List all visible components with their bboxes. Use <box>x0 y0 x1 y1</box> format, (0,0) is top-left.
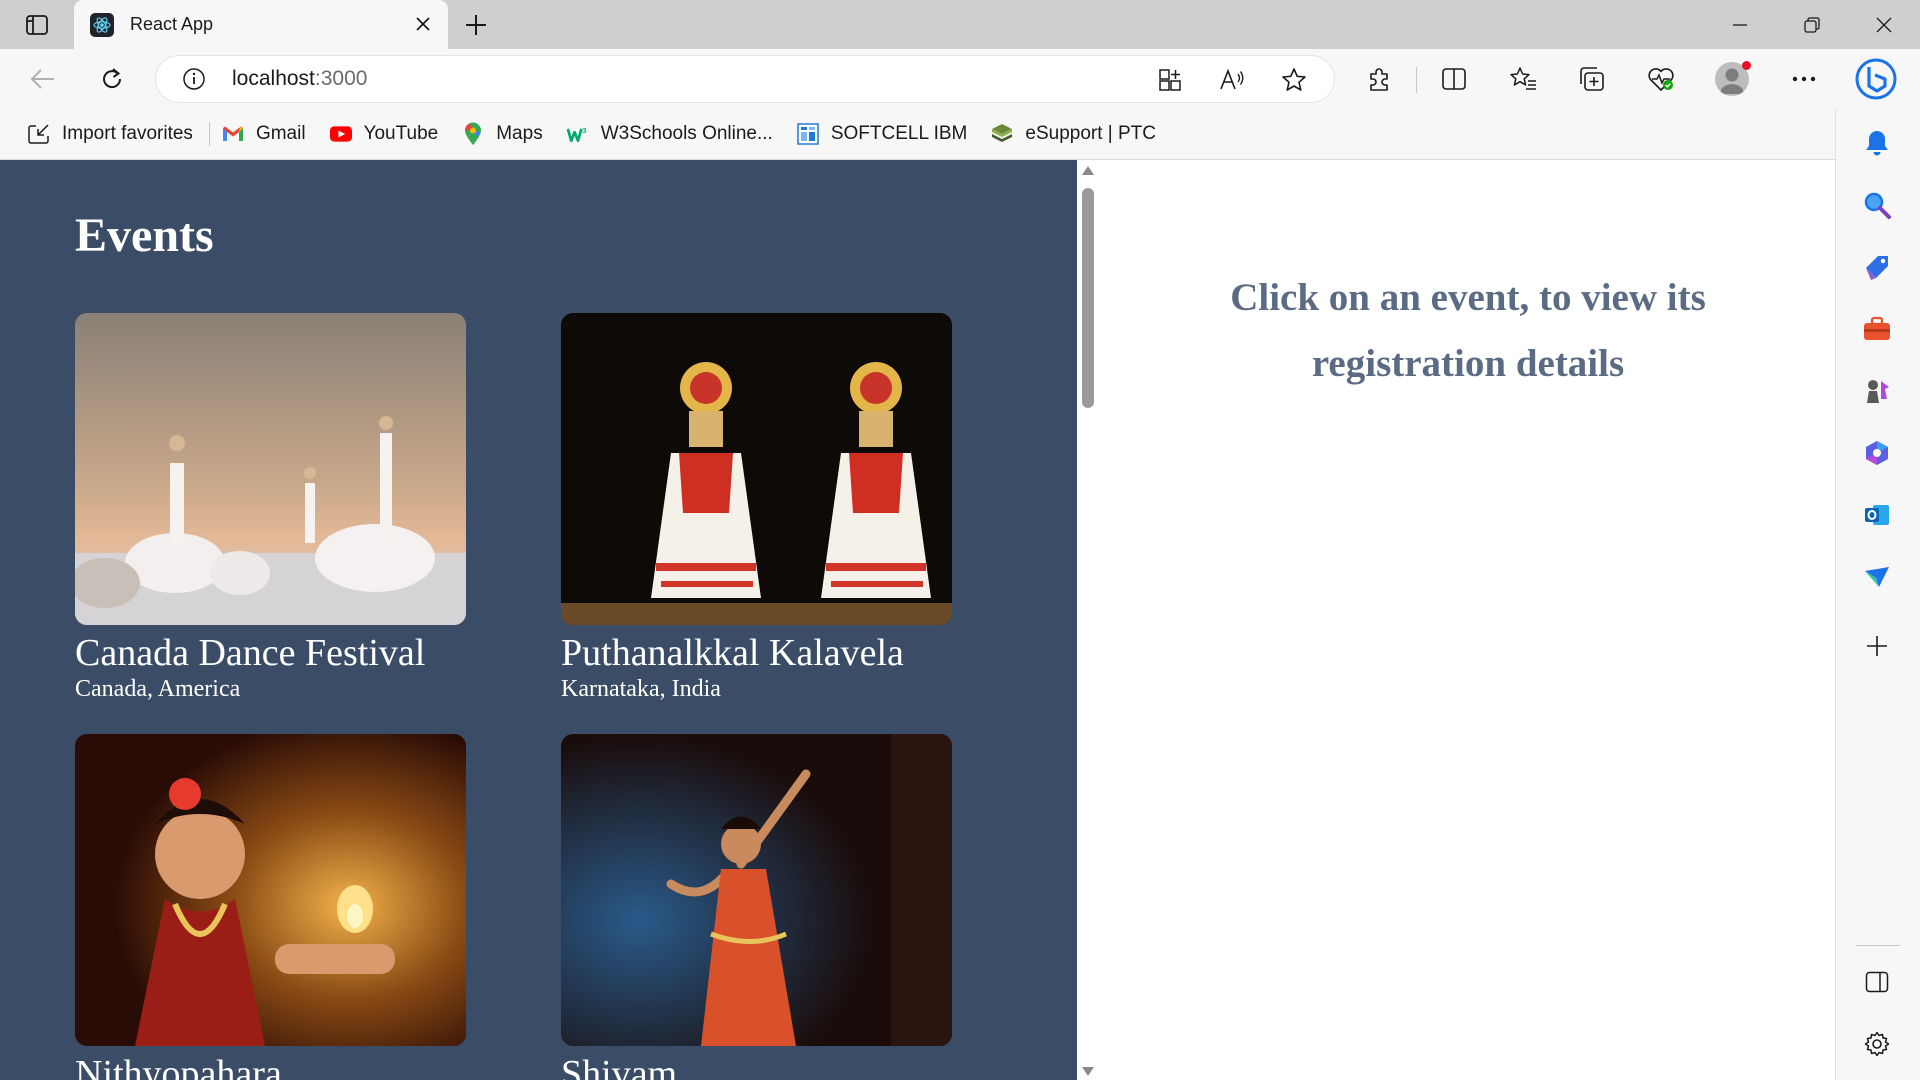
favorite-star-icon[interactable] <box>1280 66 1308 94</box>
favorite-label: Maps <box>496 123 543 144</box>
details-placeholder-message: Click on an event, to view its registrat… <box>1230 276 1706 385</box>
scroll-up-arrow-icon[interactable] <box>1082 166 1094 175</box>
favorite-label: Gmail <box>255 123 306 144</box>
scroll-down-arrow-icon[interactable] <box>1082 1067 1094 1076</box>
favorites-bar: Import favorites Gmail YouTube Maps 3 W3… <box>0 109 1835 160</box>
add-sidebar-app-icon[interactable] <box>1859 628 1895 664</box>
events-scrollbar[interactable] <box>1077 160 1099 1080</box>
browser-toolbar: localhost:3000 <box>0 49 1920 109</box>
hide-sidebar-icon[interactable] <box>1859 964 1895 1000</box>
event-image[interactable] <box>561 734 952 1046</box>
collections-icon[interactable] <box>1576 63 1608 95</box>
favorite-gmail[interactable]: Gmail <box>214 116 314 152</box>
event-name: Nithyopahara <box>75 1053 282 1080</box>
favorite-label: Import favorites <box>62 123 193 144</box>
favorite-w3schools[interactable]: 3 W3Schools Online... <box>559 116 781 152</box>
url-port: :3000 <box>314 67 368 90</box>
microsoft-365-icon[interactable] <box>1859 435 1895 471</box>
events-heading: Events <box>75 209 214 262</box>
toolbar-divider <box>1416 67 1417 93</box>
youtube-icon <box>329 123 352 145</box>
tab-title: React App <box>130 14 214 34</box>
favorite-import[interactable]: Import favorites <box>20 116 201 152</box>
more-options-icon[interactable] <box>1788 63 1820 95</box>
favorite-label: eSupport | PTC <box>1025 123 1156 144</box>
event-image[interactable] <box>561 313 952 625</box>
favorite-label: W3Schools Online... <box>600 123 773 144</box>
url-host: localhost <box>232 67 315 90</box>
gmail-icon <box>222 123 244 145</box>
refresh-icon[interactable] <box>96 63 128 95</box>
import-icon <box>28 123 50 145</box>
outlook-icon[interactable] <box>1859 497 1895 533</box>
react-logo-icon <box>90 12 114 37</box>
favorite-label: YouTube <box>363 123 439 144</box>
split-screen-icon[interactable] <box>1438 63 1470 95</box>
browser-essentials-icon[interactable] <box>1645 63 1677 95</box>
address-bar[interactable]: localhost:3000 <box>156 56 1334 102</box>
site-info-icon[interactable] <box>182 67 206 91</box>
games-chess-icon[interactable] <box>1859 373 1895 409</box>
url-text[interactable]: localhost:3000 <box>232 67 367 91</box>
settings-gear-icon[interactable] <box>1859 1026 1895 1062</box>
event-card[interactable]: Nithyopahara <box>75 734 467 1080</box>
event-name: Canada Dance Festival <box>75 632 426 674</box>
close-window-icon[interactable] <box>1869 10 1899 40</box>
copilot-icon[interactable] <box>1852 55 1900 103</box>
event-card[interactable]: Canada Dance Festival Canada, America <box>75 313 467 703</box>
favorite-youtube[interactable]: YouTube <box>322 116 447 152</box>
registration-details-panel: Click on an event, to view its registrat… <box>1099 160 1835 1080</box>
events-panel: Events Canada Dance Festival Canada, Ame… <box>0 160 1077 1080</box>
favorites-divider <box>208 122 210 146</box>
notification-bell-icon[interactable] <box>1859 125 1895 161</box>
send-drop-icon[interactable] <box>1859 559 1895 595</box>
w3schools-icon: 3 <box>566 123 589 145</box>
back-arrow-icon[interactable] <box>27 63 59 95</box>
event-name: Shivam <box>561 1053 678 1080</box>
notification-dot <box>1742 61 1751 70</box>
ptc-icon <box>991 123 1013 145</box>
scrollbar-thumb[interactable] <box>1082 188 1094 408</box>
event-image[interactable] <box>75 734 466 1046</box>
title-bar: React App <box>0 0 1920 49</box>
page-viewport: Events Canada Dance Festival Canada, Ame… <box>0 160 1835 1080</box>
favorite-softcell[interactable]: SOFTCELL IBM <box>789 116 976 152</box>
close-tab-icon[interactable] <box>412 13 434 35</box>
new-tab-icon[interactable] <box>461 12 491 38</box>
favorite-label: SOFTCELL IBM <box>830 123 968 144</box>
softcell-icon <box>797 123 819 145</box>
browser-tab[interactable]: React App <box>74 0 448 49</box>
search-icon[interactable] <box>1859 187 1895 223</box>
shopping-tag-icon[interactable] <box>1859 249 1895 285</box>
event-location: Canada, America <box>75 676 241 702</box>
tab-actions-icon[interactable] <box>22 12 52 38</box>
event-card[interactable]: Shivam <box>561 734 953 1080</box>
svg-text:3: 3 <box>582 126 586 135</box>
maps-icon <box>462 122 484 145</box>
favorites-list-icon[interactable] <box>1507 63 1539 95</box>
event-name: Puthanalkkal Kalavela <box>561 632 904 674</box>
tools-briefcase-icon[interactable] <box>1859 311 1895 347</box>
favorite-ptc[interactable]: eSupport | PTC <box>983 116 1164 152</box>
sidebar-divider <box>1856 945 1900 946</box>
event-location: Karnataka, India <box>561 676 721 702</box>
event-image[interactable] <box>75 313 466 625</box>
extensions-icon[interactable] <box>1363 63 1395 95</box>
read-aloud-icon[interactable] <box>1218 66 1246 94</box>
restore-icon[interactable] <box>1797 10 1827 40</box>
minimize-icon[interactable] <box>1725 10 1755 40</box>
favorite-maps[interactable]: Maps <box>454 116 550 152</box>
event-card[interactable]: Puthanalkkal Kalavela Karnataka, India <box>561 313 953 703</box>
edge-sidebar <box>1835 109 1920 1080</box>
app-available-icon[interactable] <box>1156 66 1184 94</box>
